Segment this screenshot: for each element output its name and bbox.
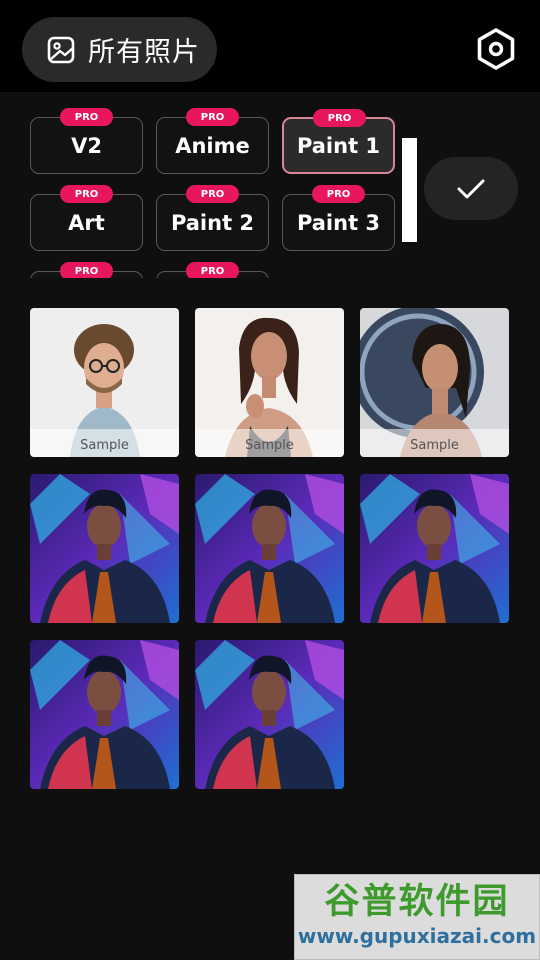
sample-photo-tile[interactable]: Sample: [195, 308, 344, 457]
photo-tile[interactable]: [30, 474, 179, 623]
photo-tile[interactable]: [195, 640, 344, 789]
sample-photo-tile[interactable]: Sample: [30, 308, 179, 457]
photo-tile[interactable]: [30, 640, 179, 789]
checkmark-icon: [457, 179, 485, 198]
sample-label-text: Sample: [410, 437, 459, 453]
photo-thumbnail: [360, 474, 509, 623]
sample-label: Sample: [360, 429, 509, 457]
style-scroll-indicator[interactable]: [402, 138, 417, 242]
sample-label-text: Sample: [80, 437, 129, 453]
watermark-url: www.gupuxiazai.com: [297, 924, 537, 948]
sample-label: Sample: [195, 429, 344, 457]
settings-hexagon-icon[interactable]: [474, 27, 518, 71]
photo-tile[interactable]: [195, 474, 344, 623]
album-selector-button[interactable]: 所有照片: [22, 17, 217, 82]
style-name: Paint 2: [170, 210, 255, 235]
watermark-title: 谷普软件园: [324, 882, 510, 922]
style-picker[interactable]: V2 PRO Anime PRO Paint 1 PRO Art PRO Paint 2 PRO P…: [0, 92, 420, 278]
style-chip[interactable]: Art PRO: [30, 185, 143, 251]
confirm-style-button[interactable]: [424, 157, 518, 220]
photo-thumbnail: [195, 474, 344, 623]
pro-badge: PRO: [186, 185, 239, 203]
style-chip[interactable]: V2 PRO: [30, 108, 143, 174]
style-chip[interactable]: Paint 2 PRO: [156, 185, 269, 251]
style-name: Paint 3: [296, 210, 381, 235]
photo-thumbnail: [30, 640, 179, 789]
gallery-icon: [47, 36, 75, 63]
style-chip[interactable]: Anime PRO: [156, 108, 269, 174]
photo-thumbnail: [195, 640, 344, 789]
album-label: 所有照片: [88, 37, 200, 68]
pro-badge: PRO: [60, 262, 113, 278]
sample-label: Sample: [30, 429, 179, 457]
style-chip[interactable]: Paint 1 PRO: [282, 109, 395, 174]
pro-badge: PRO: [60, 108, 113, 126]
style-name: Art: [68, 210, 105, 235]
pro-badge: PRO: [312, 185, 365, 203]
pro-badge: PRO: [313, 109, 366, 127]
style-name: V2: [71, 133, 102, 158]
pro-badge: PRO: [186, 108, 239, 126]
style-chip[interactable]: PRO: [156, 262, 269, 278]
pro-badge: PRO: [60, 185, 113, 203]
sample-label-text: Sample: [245, 437, 294, 453]
top-bar: 所有照片: [0, 0, 540, 92]
photo-thumbnail: [30, 474, 179, 623]
style-name: Anime: [175, 133, 250, 158]
watermark-logo: 谷普软件园 www.gupuxiazai.com: [294, 874, 540, 960]
photo-tile[interactable]: [360, 474, 509, 623]
sample-photo-tile[interactable]: Sample: [360, 308, 509, 457]
pro-badge: PRO: [186, 262, 239, 278]
style-chip[interactable]: Paint 3 PRO: [282, 185, 395, 251]
style-chip[interactable]: PRO: [30, 262, 143, 278]
